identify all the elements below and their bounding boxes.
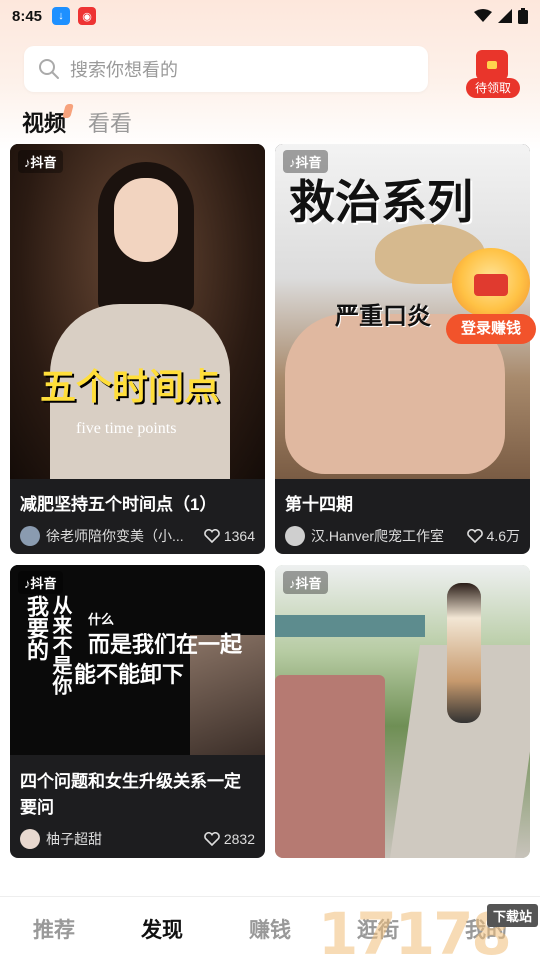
card-info: 减肥坚持五个时间点（1） 徐老师陪你变美（小... 1364: [10, 482, 265, 554]
status-bar: 8:45 ↓ ◉: [0, 0, 540, 32]
status-time: 8:45: [12, 7, 43, 25]
battery-icon: [518, 8, 528, 24]
douyin-badge-label: 抖音: [295, 576, 322, 591]
bottom-navigation: 推荐 发现 赚钱 逛街 我的: [0, 896, 540, 960]
signal-icon: [498, 9, 512, 23]
card-author: 徐老师陪你变美（小...: [46, 528, 184, 544]
video-overlay-title: 五个时间点: [40, 366, 221, 407]
tab-video[interactable]: 视频: [22, 106, 66, 138]
like-button[interactable]: 2832: [204, 831, 255, 847]
video-overlay-title: 救治系列: [289, 177, 473, 228]
video-thumbnail: ♪抖音 五个时间点 five time points: [10, 144, 265, 479]
red-packet-icon: [476, 50, 508, 80]
like-button[interactable]: 4.6万: [466, 526, 520, 546]
heart-icon: [204, 529, 220, 543]
search-input[interactable]: 搜索你想看的: [24, 46, 428, 92]
video-overlay-line: 什么: [88, 612, 115, 627]
treasure-chest-icon: [452, 248, 530, 318]
like-count: 1364: [223, 528, 255, 544]
login-earn-label: 登录赚钱: [446, 314, 536, 344]
avatar: [20, 829, 40, 849]
video-thumbnail: ♪抖音: [275, 565, 530, 858]
card-info: 第十四期 汉.Hanver爬宠工作室 4.6万: [275, 482, 530, 554]
card-meta: 汉.Hanver爬宠工作室 4.6万: [285, 526, 520, 546]
like-button[interactable]: 1364: [204, 528, 255, 544]
person-face-front: [114, 178, 178, 262]
douyin-badge: ♪抖音: [283, 571, 328, 594]
video-overlay-line: 而是我们在一起: [88, 632, 243, 657]
login-earn-button[interactable]: 登录赚钱: [446, 248, 536, 344]
video-overlay-subtitle: five time points: [76, 420, 177, 437]
video-card[interactable]: ♪抖音 五个时间点 five time points 减肥坚持五个时间点（1） …: [10, 144, 265, 554]
douyin-badge-label: 抖音: [30, 576, 57, 591]
nav-discover[interactable]: 发现: [141, 914, 183, 944]
avatar: [285, 526, 305, 546]
card-author: 汉.Hanver爬宠工作室: [311, 528, 445, 544]
card-author: 柚子超甜: [46, 831, 102, 847]
nav-earn[interactable]: 赚钱: [249, 914, 291, 944]
card-meta: 徐老师陪你变美（小... 1364: [20, 526, 255, 546]
card-title: 四个问题和女生升级关系一定要问: [20, 772, 241, 817]
content-tabs: 视频 看看: [22, 106, 132, 138]
river: [275, 615, 425, 637]
card-title: 第十四期: [285, 495, 353, 514]
card-info: 四个问题和女生升级关系一定要问 柚子超甜 2832: [10, 759, 265, 858]
like-count: 4.6万: [486, 528, 520, 544]
red-packet-button[interactable]: 待领取: [462, 48, 522, 98]
card-meta: 柚子超甜 2832: [20, 829, 255, 849]
wifi-icon: [474, 9, 492, 22]
douyin-badge-label: 抖音: [30, 155, 57, 170]
video-card[interactable]: ♪抖音: [275, 565, 530, 858]
red-packet-label: 待领取: [466, 78, 520, 98]
heart-icon: [466, 529, 483, 543]
douyin-badge: ♪抖音: [18, 150, 63, 173]
avatar: [20, 526, 40, 546]
like-count: 2832: [223, 831, 255, 847]
video-card[interactable]: ♪抖音 救治系列 严重口炎 第十四期 汉.Hanver爬宠工作室 4.6万: [275, 144, 530, 554]
nav-shop[interactable]: 逛街: [357, 914, 399, 944]
download-icon: ↓: [52, 7, 71, 25]
nav-me[interactable]: 我的: [465, 914, 507, 944]
search-icon: [39, 59, 59, 79]
video-thumbnail: ♪抖音 我要的 从来不是你 什么 而是我们在一起 能不能卸下: [10, 565, 265, 755]
video-card[interactable]: ♪抖音 我要的 从来不是你 什么 而是我们在一起 能不能卸下 四个问题和女生升级…: [10, 565, 265, 858]
video-overlay-line: 从来不是你: [49, 595, 71, 695]
card-title: 减肥坚持五个时间点（1）: [20, 495, 217, 514]
tab-look[interactable]: 看看: [88, 106, 132, 138]
search-placeholder: 搜索你想看的: [70, 60, 178, 80]
status-indicators: [474, 8, 528, 24]
douyin-badge: ♪抖音: [18, 571, 63, 594]
nav-recommend[interactable]: 推荐: [33, 914, 75, 944]
heart-icon: [204, 832, 220, 846]
video-overlay-line: 能不能卸下: [74, 662, 185, 687]
video-overlay-subtitle: 严重口炎: [335, 303, 431, 330]
app-notification-icon: ◉: [78, 7, 97, 25]
trash-bin: [275, 675, 385, 858]
person-walking: [447, 583, 481, 723]
